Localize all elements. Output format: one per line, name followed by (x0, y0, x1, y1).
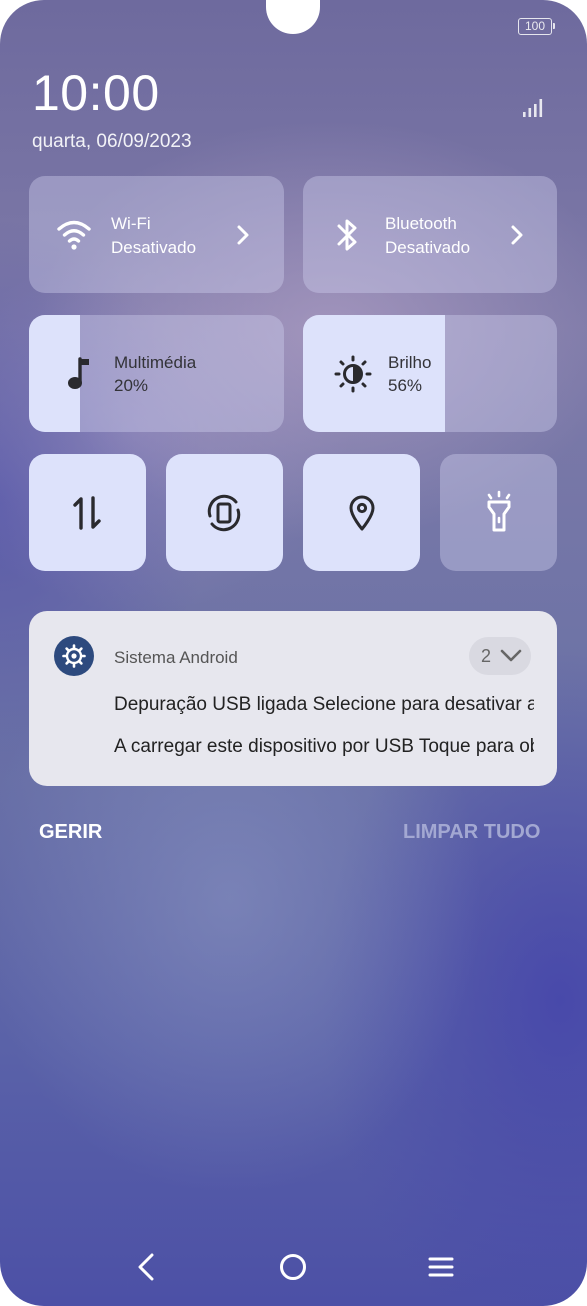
bluetooth-status: Desativado (385, 238, 471, 257)
location-toggle[interactable] (303, 454, 420, 571)
bluetooth-title: Bluetooth (385, 214, 457, 233)
chevron-right-icon[interactable] (235, 224, 251, 246)
app-badge (54, 636, 94, 676)
date: quarta, 06/09/2023 (32, 131, 192, 152)
brightness-value: 56% (388, 376, 423, 395)
bluetooth-tile[interactable]: Bluetooth Desativado (303, 176, 557, 293)
notification-card[interactable]: Sistema Android 2 Depuração USB ligada S… (29, 611, 557, 786)
music-note-icon (68, 357, 89, 389)
flashlight-toggle[interactable] (440, 454, 557, 571)
auto-rotate-icon (207, 494, 241, 532)
signal-icon (523, 99, 543, 117)
notification-shade: 100 10:00 quarta, 06/09/2023 Wi-Fi Desat… (0, 0, 587, 1306)
notification-count: 2 (481, 646, 492, 666)
auto-rotate-toggle[interactable] (166, 454, 283, 571)
notification-line-usb-charging[interactable]: A carregar este dispositivo por USB Toqu… (114, 736, 534, 758)
brightness-slider[interactable]: Brilho 56% (303, 315, 557, 432)
home-icon[interactable] (279, 1253, 307, 1281)
wifi-title: Wi-Fi (111, 214, 151, 233)
notification-line-usb-debugging[interactable]: Depuração USB ligada Selecione para desa… (114, 694, 534, 716)
flashlight-icon (487, 490, 511, 532)
settings-gear-icon (62, 644, 86, 668)
expand-button[interactable]: 2 (469, 637, 531, 675)
brightness-title: Brilho (388, 353, 432, 372)
clock: 10:00 (32, 65, 160, 121)
brightness-icon (334, 355, 372, 393)
clear-all-button[interactable]: LIMPAR TUDO (403, 821, 540, 844)
media-title: Multimédia (114, 353, 197, 372)
chevron-down-icon (500, 649, 522, 662)
media-value: 20% (114, 376, 149, 395)
mobile-data-toggle[interactable] (29, 454, 146, 571)
wifi-tile[interactable]: Wi-Fi Desativado (29, 176, 284, 293)
recent-apps-icon[interactable] (427, 1255, 455, 1279)
media-volume-slider[interactable]: Multimédia 20% (29, 315, 284, 432)
location-icon (349, 495, 375, 531)
wifi-status: Desativado (111, 238, 197, 257)
mobile-data-icon (73, 496, 101, 530)
battery-indicator: 100 (518, 18, 555, 35)
wifi-icon (57, 220, 91, 250)
camera-notch (266, 0, 320, 34)
brightness-fill (303, 315, 446, 432)
chevron-right-icon[interactable] (509, 224, 525, 246)
notification-app-name: Sistema Android (114, 648, 238, 667)
bluetooth-icon (337, 219, 357, 251)
manage-button[interactable]: GERIR (39, 821, 102, 844)
back-icon[interactable] (134, 1252, 158, 1282)
